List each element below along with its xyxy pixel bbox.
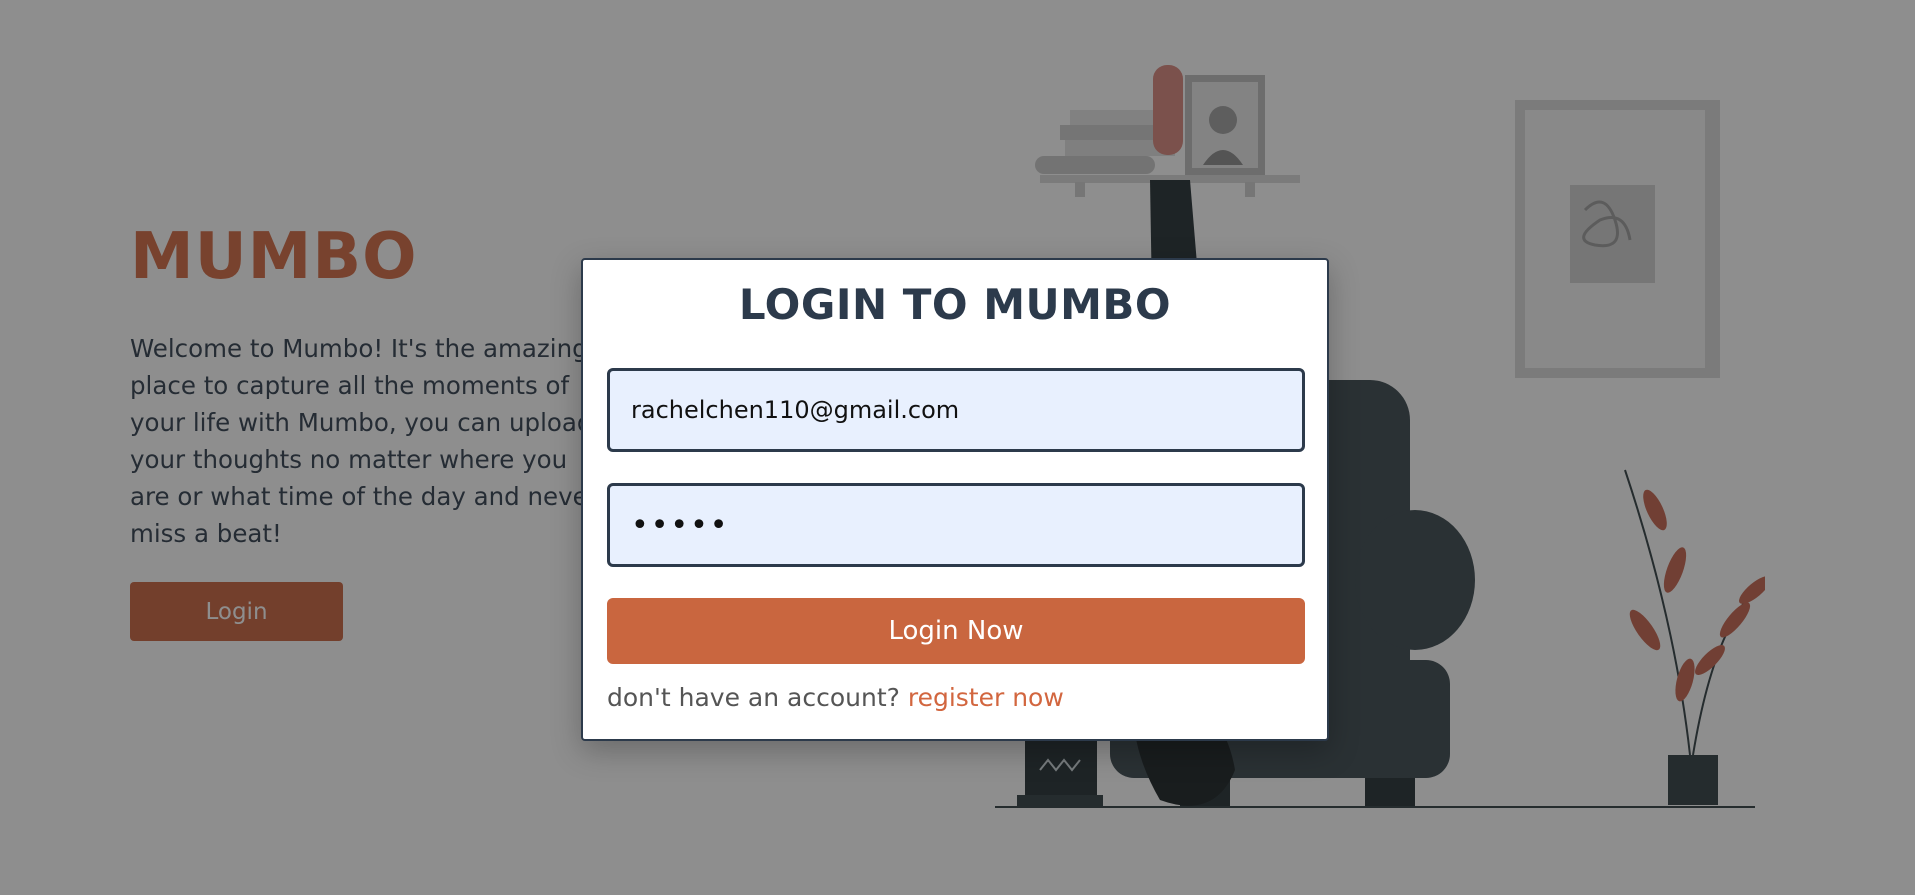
modal-title: LOGIN TO MUMBO <box>738 280 1172 329</box>
register-prompt: don't have an account? <box>607 683 900 712</box>
password-field[interactable] <box>607 483 1305 567</box>
login-modal: LOGIN TO MUMBO Login Now don't have an a… <box>581 258 1329 741</box>
login-now-button[interactable]: Login Now <box>607 598 1305 664</box>
register-link[interactable]: register now <box>908 683 1064 712</box>
register-row: don't have an account? register now <box>607 683 1064 712</box>
email-field[interactable] <box>607 368 1305 452</box>
page: MUMBO Welcome to Mumbo! It's the amazing… <box>0 0 1915 895</box>
